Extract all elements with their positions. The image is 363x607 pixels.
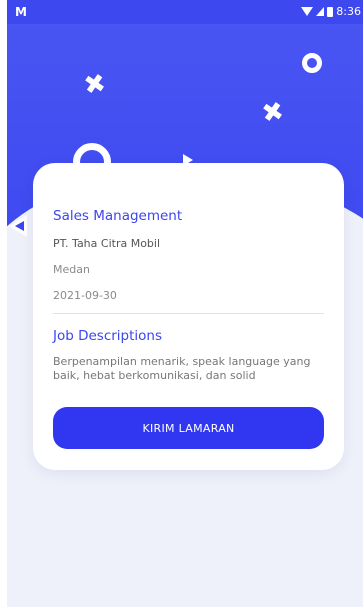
divider [53,313,324,314]
app-screen: ✖ ✖ M 8:36 Sales Management PT. Taha Cit… [7,0,363,607]
apply-button[interactable]: KIRIM LAMARAN [53,407,324,449]
description-heading: Job Descriptions [53,328,163,344]
job-title: Sales Management [53,208,183,224]
job-description: Berpenampilan menarik, speak language ya… [53,355,311,382]
status-icons: 8:36 [301,5,361,18]
battery-icon [327,6,334,17]
signal-icon [316,7,325,16]
job-detail-card: Sales Management PT. Taha Citra Mobil Me… [33,163,344,470]
status-bar: M 8:36 [7,0,363,24]
job-date: 2021-09-30 [53,289,117,302]
job-location: Medan [53,263,90,276]
status-time: 8:36 [336,5,361,18]
company-name: PT. Taha Citra Mobil [53,237,161,250]
wifi-icon [301,7,314,16]
triangle-decoration-inner [15,221,24,231]
notification-icon: M [15,5,27,19]
ring-decoration-icon [302,53,322,73]
cross-decoration-icon: ✖ [81,68,109,102]
cross-decoration-icon: ✖ [259,96,287,130]
